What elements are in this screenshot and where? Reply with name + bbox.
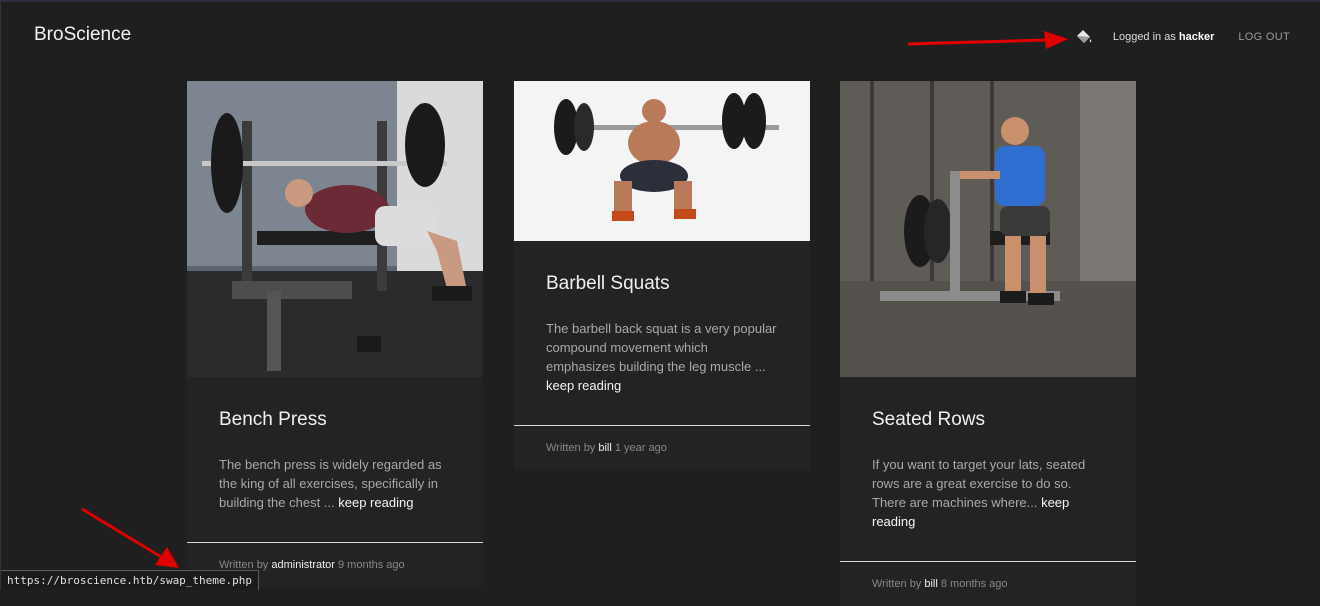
login-prefix: Logged in as bbox=[1112, 31, 1179, 43]
post-title[interactable]: Barbell Squats bbox=[546, 273, 778, 295]
written-by: Written by bbox=[872, 578, 925, 590]
post-excerpt: The barbell back squat is a very popular… bbox=[546, 319, 778, 395]
barbell-squat-photo bbox=[514, 81, 810, 241]
username: hacker bbox=[1178, 31, 1215, 43]
bench-press-photo bbox=[187, 81, 483, 377]
author-link[interactable]: bill bbox=[924, 578, 937, 590]
seated-rows-photo bbox=[840, 81, 1136, 377]
author-link[interactable]: administrator bbox=[271, 559, 335, 571]
post-excerpt: If you want to target your lats, seated … bbox=[872, 455, 1104, 531]
keep-reading-link[interactable]: keep reading bbox=[546, 378, 621, 393]
paint-bucket-icon[interactable] bbox=[1075, 28, 1093, 46]
post-title[interactable]: Bench Press bbox=[219, 409, 451, 431]
post-card: Bench Press The bench press is widely re… bbox=[187, 81, 483, 587]
post-image-link[interactable] bbox=[187, 81, 483, 377]
post-image-link[interactable] bbox=[840, 81, 1136, 377]
annotation-arrow-top bbox=[907, 31, 1068, 49]
post-body: Barbell Squats The barbell back squat is… bbox=[514, 241, 810, 395]
excerpt-text: The barbell back squat is a very popular… bbox=[546, 321, 777, 374]
post-meta: Written by bill 8 months ago bbox=[840, 562, 1136, 606]
post-age: 1 year ago bbox=[611, 442, 667, 454]
author-link[interactable]: bill bbox=[598, 442, 611, 454]
post-excerpt: The bench press is widely regarded as th… bbox=[219, 455, 451, 512]
logout-link[interactable]: LOG OUT bbox=[1238, 31, 1290, 43]
annotation-arrow-bottom bbox=[81, 507, 179, 568]
written-by: Written by bbox=[546, 442, 599, 454]
post-age: 8 months ago bbox=[937, 578, 1008, 590]
login-status: Logged in as hacker bbox=[1113, 31, 1215, 43]
post-image-link[interactable] bbox=[514, 81, 810, 241]
keep-reading-link[interactable]: keep reading bbox=[338, 495, 413, 510]
site-brand[interactable]: BroScience bbox=[34, 24, 131, 46]
post-body: Seated Rows If you want to target your l… bbox=[840, 377, 1136, 531]
post-card: Barbell Squats The barbell back squat is… bbox=[514, 81, 810, 470]
post-age: 9 months ago bbox=[334, 559, 405, 571]
post-meta: Written by bill 1 year ago bbox=[514, 426, 810, 470]
post-card: Seated Rows If you want to target your l… bbox=[840, 81, 1136, 606]
status-bar-url: https://broscience.htb/swap_theme.php bbox=[1, 570, 260, 590]
post-title[interactable]: Seated Rows bbox=[872, 409, 1104, 431]
post-body: Bench Press The bench press is widely re… bbox=[187, 377, 483, 512]
navbar-right: Logged in as hacker LOG OUT bbox=[1075, 28, 1290, 46]
